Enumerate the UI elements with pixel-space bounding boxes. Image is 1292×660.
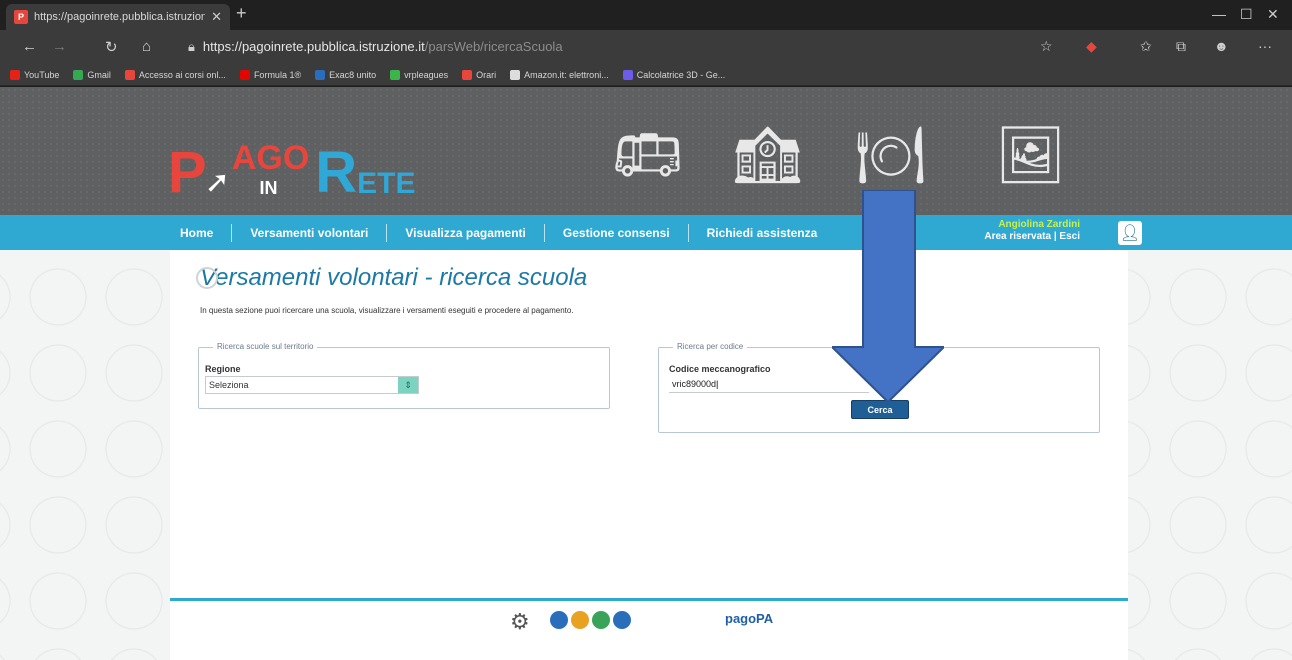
bookmark-favicon-icon bbox=[124, 69, 135, 80]
menu-versamenti-volontari[interactable]: Versamenti volontari bbox=[232, 223, 388, 242]
select-arrow-icon: ⇕ bbox=[398, 377, 418, 393]
cursor-arrow-icon: ➚ bbox=[204, 166, 230, 199]
bookmark-favicon-icon bbox=[390, 69, 401, 80]
cutlery-icon: 🍽︎ bbox=[855, 123, 927, 186]
tab-close-icon[interactable]: ✕ bbox=[211, 9, 222, 25]
territory-search-fieldset: Ricerca scuole sul territorio Regione Se… bbox=[198, 342, 610, 409]
bookmark-label: Accesso ai corsi onl... bbox=[138, 69, 226, 80]
italian-republic-emblem-icon: ⚙︎ bbox=[510, 609, 530, 634]
region-label: Regione bbox=[205, 364, 241, 374]
pagoinrete-logo[interactable]: P ➚ AGO IN R ETE bbox=[168, 132, 416, 202]
pagopa-logo: pagoPA bbox=[725, 611, 774, 626]
bookmark-item[interactable]: Amazon.it: elettroni... bbox=[510, 69, 609, 80]
bookmark-favicon-icon bbox=[462, 69, 473, 80]
user-avatar-icon[interactable]: 👤︎ bbox=[1118, 221, 1142, 245]
more-menu-icon[interactable]: ··· bbox=[1258, 38, 1272, 54]
bookmark-label: Gmail bbox=[87, 69, 111, 80]
menu-gestione-consensi[interactable]: Gestione consensi bbox=[545, 223, 689, 242]
bookmark-item[interactable]: vrpleagues bbox=[390, 69, 449, 80]
bookmark-label: Exac8 unito bbox=[329, 69, 377, 80]
site-header: P ➚ AGO IN R ETE 🚌︎ 🏫︎ 🍽︎ 🖼︎ bbox=[0, 87, 1292, 215]
code-label: Codice meccanografico bbox=[669, 364, 771, 374]
bookmark-favicon-icon bbox=[239, 69, 250, 80]
tab-title: https://pagoinrete.pubblica.istruzione.i… bbox=[34, 11, 206, 23]
collections-icon[interactable]: ⧉ bbox=[1176, 38, 1186, 55]
bookmark-favicon-icon bbox=[510, 69, 521, 80]
bookmark-favicon-icon bbox=[73, 69, 84, 80]
museum-trip-icon: 🖼︎ bbox=[995, 123, 1067, 186]
miur-logo bbox=[550, 611, 631, 629]
back-icon[interactable]: ← bbox=[22, 38, 37, 55]
bookmark-favicon-icon bbox=[315, 69, 326, 80]
minimize-icon[interactable]: — bbox=[1212, 6, 1226, 22]
browser-navbar: ← → ↻ ⌂ 🔒︎ https://pagoinrete.pubblica.i… bbox=[0, 30, 1292, 64]
bookmark-item[interactable]: Gmail bbox=[73, 69, 111, 80]
code-search-legend: Ricerca per codice bbox=[673, 342, 748, 351]
intro-text: In questa sezione puoi ricercare una scu… bbox=[200, 306, 574, 315]
main-menu: Home Versamenti volontari Visualizza pag… bbox=[0, 215, 1292, 250]
bookmark-item[interactable]: Calcolatrice 3D - Ge... bbox=[622, 69, 726, 80]
bookmark-label: Orari bbox=[476, 69, 497, 80]
school-building-icon: 🏫︎ bbox=[732, 123, 804, 186]
bookmark-item[interactable]: Accesso ai corsi onl... bbox=[124, 69, 226, 80]
home-icon[interactable]: ⌂ bbox=[142, 38, 151, 55]
menu-visualizza-pagamenti[interactable]: Visualizza pagamenti bbox=[387, 223, 545, 242]
profile-icon[interactable]: ☻ bbox=[1214, 38, 1229, 54]
url-path: /parsWeb/ricercaScuola bbox=[424, 39, 563, 54]
page-title: Versamenti volontari - ricerca scuola bbox=[196, 264, 587, 292]
bookmark-label: vrpleagues bbox=[404, 69, 449, 80]
bookmark-label: Amazon.it: elettroni... bbox=[524, 69, 609, 80]
user-area: Angiolina Zardini Area riservata | Esci bbox=[958, 219, 1118, 243]
site-footer: ⚙︎ pagoPA bbox=[170, 601, 1128, 660]
arrow-shape bbox=[832, 190, 944, 402]
extension-icon[interactable]: ◆ bbox=[1086, 38, 1097, 55]
bookmarks-bar: YouTube Gmail Accesso ai corsi onl... Formu… bbox=[0, 64, 1292, 86]
reserved-area-link[interactable]: Area riservata bbox=[984, 231, 1051, 242]
content-panel: Versamenti volontari - ricerca scuola In… bbox=[170, 250, 1128, 598]
bookmark-label: YouTube bbox=[24, 69, 60, 80]
logout-link[interactable]: Esci bbox=[1059, 231, 1080, 242]
bookmark-item[interactable]: Exac8 unito bbox=[315, 69, 377, 80]
school-bus-icon: 🚌︎ bbox=[612, 123, 684, 186]
favorite-star-icon[interactable]: ☆ bbox=[1040, 38, 1053, 55]
close-window-icon[interactable]: ✕ bbox=[1267, 6, 1279, 23]
bookmark-item[interactable]: YouTube bbox=[10, 69, 60, 80]
bookmark-item[interactable]: Orari bbox=[462, 69, 497, 80]
site-favicon-icon: P bbox=[14, 10, 28, 24]
address-bar[interactable]: 🔒︎ https://pagoinrete.pubblica.istruzion… bbox=[180, 35, 1010, 59]
user-name: Angiolina Zardini bbox=[998, 219, 1080, 230]
browser-tab[interactable]: P https://pagoinrete.pubblica.istruzione… bbox=[6, 4, 230, 30]
new-tab-button[interactable]: + bbox=[236, 3, 247, 24]
refresh-icon[interactable]: ↻ bbox=[105, 38, 118, 56]
search-button[interactable]: Cerca bbox=[851, 400, 909, 419]
region-select[interactable]: Seleziona ⇕ bbox=[205, 376, 419, 394]
bookmark-favicon-icon bbox=[622, 69, 633, 80]
web-page: P ➚ AGO IN R ETE 🚌︎ 🏫︎ 🍽︎ 🖼︎ Home Versam… bbox=[0, 87, 1292, 660]
territory-search-legend: Ricerca scuole sul territorio bbox=[213, 342, 318, 351]
browser-tabbar: P https://pagoinrete.pubblica.istruzione… bbox=[0, 0, 1292, 30]
blue-arrow-annotation bbox=[832, 190, 944, 402]
bookmark-label: Calcolatrice 3D - Ge... bbox=[636, 69, 726, 80]
favorites-icon[interactable]: ✩ bbox=[1140, 38, 1152, 55]
menu-home[interactable]: Home bbox=[170, 223, 233, 242]
bookmark-favicon-icon bbox=[10, 69, 20, 80]
bookmark-item[interactable]: Formula 1® bbox=[239, 69, 302, 80]
forward-icon[interactable]: → bbox=[52, 38, 67, 55]
lock-icon: 🔒︎ bbox=[188, 39, 195, 54]
maximize-icon[interactable]: ☐ bbox=[1240, 6, 1253, 23]
title-decoration-icon bbox=[196, 267, 218, 289]
menu-richiedi-assistenza[interactable]: Richiedi assistenza bbox=[689, 224, 836, 242]
bookmark-label: Formula 1® bbox=[253, 69, 302, 80]
url-host: https://pagoinrete.pubblica.istruzione.i… bbox=[202, 39, 425, 54]
